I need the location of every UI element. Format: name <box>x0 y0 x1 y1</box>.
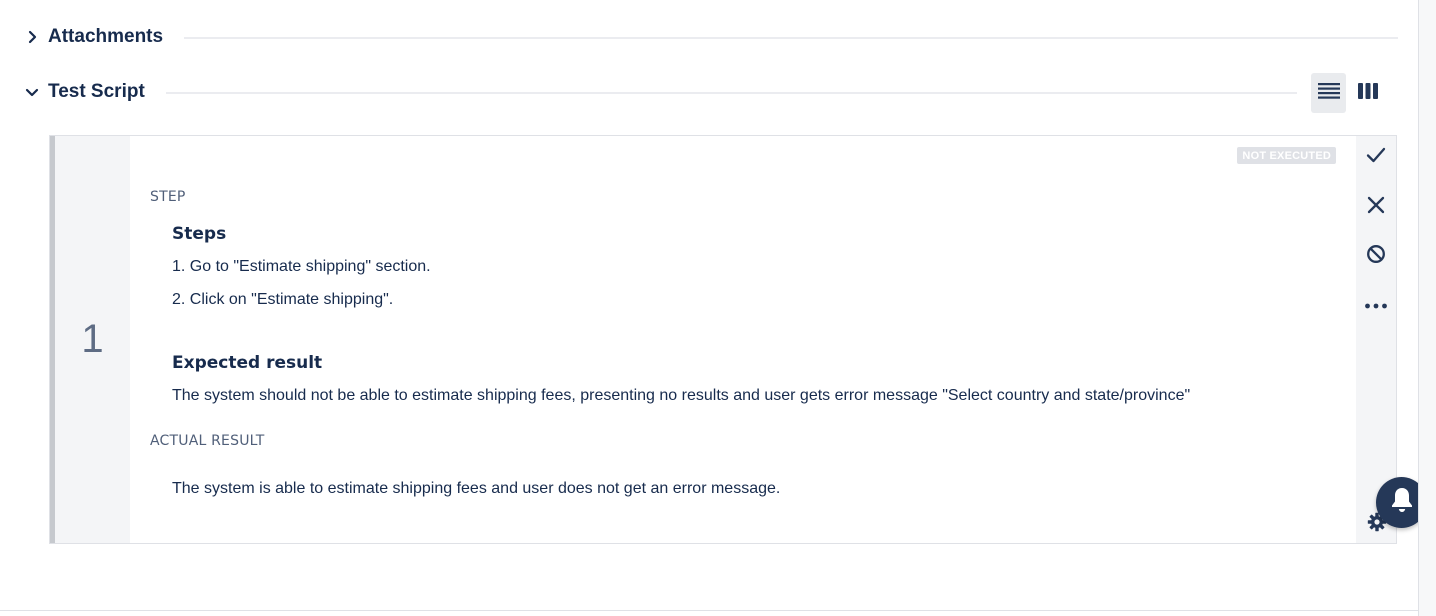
attachments-divider <box>184 37 1398 39</box>
test-script-divider <box>166 92 1297 94</box>
close-icon <box>1367 196 1385 219</box>
actual-result-label: ACTUAL RESULT <box>150 433 265 449</box>
bell-icon <box>1389 486 1415 519</box>
step-number: 1 <box>81 317 104 361</box>
fail-button[interactable] <box>1362 193 1390 221</box>
more-actions-button[interactable] <box>1362 292 1390 320</box>
test-script-section-header[interactable]: Test Script <box>22 75 145 109</box>
step-number-column: 1 <box>55 136 130 543</box>
more-icon <box>1364 297 1388 315</box>
blocked-button[interactable] <box>1362 242 1390 270</box>
bottom-divider <box>0 610 1418 611</box>
pass-button[interactable] <box>1362 143 1390 171</box>
step-line-1: 1. Go to "Estimate shipping" section. <box>172 258 431 275</box>
attachments-section-header[interactable]: Attachments <box>22 20 163 54</box>
list-view-button[interactable] <box>1311 73 1346 113</box>
blocked-icon <box>1366 244 1386 269</box>
steps-heading: Steps <box>172 224 227 244</box>
chevron-right-icon[interactable] <box>22 27 42 47</box>
attachments-title: Attachments <box>48 26 164 47</box>
status-badge: NOT EXECUTED <box>1237 147 1336 164</box>
column-view-icon <box>1357 81 1379 106</box>
actual-result-text[interactable]: The system is able to estimate shipping … <box>172 480 780 498</box>
chevron-down-icon[interactable] <box>22 82 42 102</box>
test-step-card: 1 NOT EXECUTED STEP Steps 1. Go to "Esti… <box>49 135 1397 544</box>
check-icon <box>1366 145 1386 170</box>
page-scrollbar[interactable] <box>1418 0 1436 616</box>
step-line-2: 2. Click on "Estimate shipping". <box>172 291 394 308</box>
list-view-icon <box>1317 81 1341 106</box>
expected-result-heading: Expected result <box>172 353 323 373</box>
test-script-title: Test Script <box>48 81 145 102</box>
step-label: STEP <box>150 189 186 205</box>
page: Attachments Test Script 1 NOT EXECUTED S… <box>0 0 1436 616</box>
expected-result-text: The system should not be able to estimat… <box>172 387 1191 404</box>
column-view-button[interactable] <box>1350 73 1385 113</box>
